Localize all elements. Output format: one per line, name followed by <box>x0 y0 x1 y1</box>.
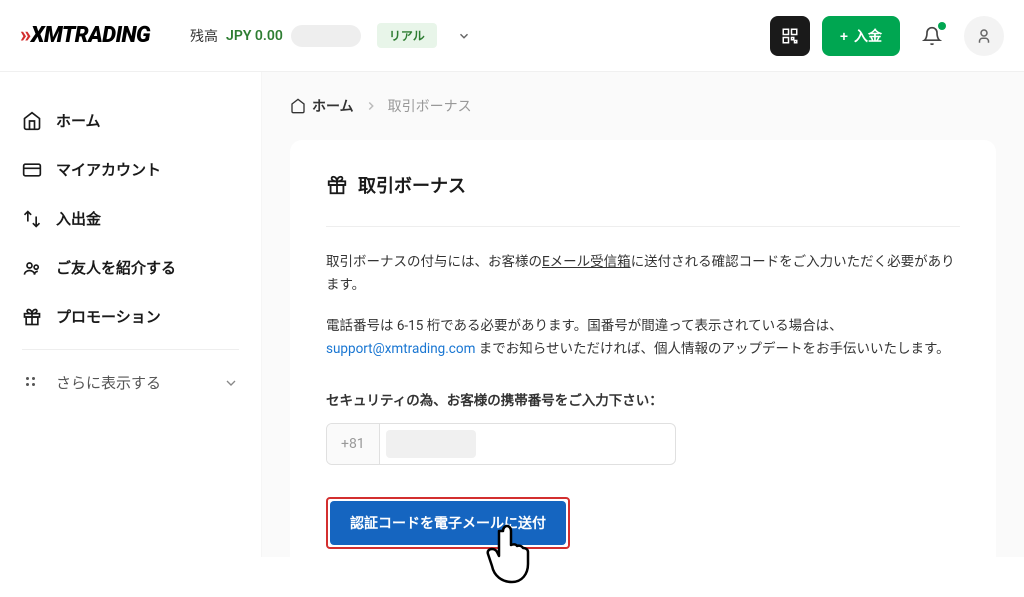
gift-icon <box>326 174 348 196</box>
balance-label: 残高 <box>190 26 218 46</box>
deposit-button[interactable]: + 入金 <box>822 16 900 56</box>
divider <box>326 226 960 227</box>
send-code-button[interactable]: 認証コードを電子メールに送付 <box>330 501 566 545</box>
sidebar-item-label: ホーム <box>56 110 101 131</box>
gift-icon <box>22 307 42 327</box>
balance-value: JPY 0.00 <box>226 28 283 44</box>
phone-prefix: +81 <box>327 424 380 464</box>
sidebar-item-refer[interactable]: ご友人を紹介する <box>12 243 249 292</box>
balance-masked <box>291 25 361 47</box>
card-icon <box>22 160 42 180</box>
sidebar-divider <box>22 349 239 350</box>
user-menu-button[interactable] <box>964 16 1004 56</box>
chevron-right-icon <box>364 99 378 113</box>
account-dropdown[interactable] <box>457 29 471 43</box>
deposit-label: 入金 <box>854 26 882 46</box>
account-type-badge: リアル <box>377 23 437 48</box>
logo: »XMTRADING <box>20 23 150 48</box>
qr-code-button[interactable] <box>770 16 810 56</box>
transfer-icon <box>22 209 42 229</box>
sidebar-item-label: マイアカウント <box>56 159 161 180</box>
page-title: 取引ボーナス <box>326 172 960 198</box>
home-icon <box>22 111 42 131</box>
sidebar-item-account[interactable]: マイアカウント <box>12 145 249 194</box>
info-text-2: 電話番号は 6-15 桁である必要があります。国番号が間違って表示されている場合… <box>326 315 960 361</box>
notifications-button[interactable] <box>912 16 952 56</box>
breadcrumb-home[interactable]: ホーム <box>290 96 354 116</box>
home-icon <box>290 98 306 114</box>
notification-dot-icon <box>938 22 946 30</box>
sidebar-item-label: さらに表示する <box>56 372 161 393</box>
chevron-down-icon <box>223 375 239 391</box>
sidebar-item-label: ご友人を紹介する <box>56 257 176 278</box>
people-icon <box>22 258 42 278</box>
phone-input[interactable]: +81 <box>326 423 676 465</box>
sidebar-item-home[interactable]: ホーム <box>12 96 249 145</box>
sidebar-item-more[interactable]: さらに表示する <box>12 358 249 407</box>
phone-number-masked <box>386 430 476 458</box>
info-text-1: 取引ボーナスの付与には、お客様のEメール受信箱に送付される確認コードをご入力いた… <box>326 251 960 297</box>
breadcrumb: ホーム 取引ボーナス <box>290 96 996 116</box>
support-email-link[interactable]: support@xmtrading.com <box>326 341 475 357</box>
phone-field-label: セキュリティの為、お客様の携帯番号をご入力下さい： <box>326 389 960 409</box>
plus-icon: + <box>840 28 848 44</box>
sidebar-item-label: プロモーション <box>56 306 161 327</box>
sidebar-item-label: 入出金 <box>56 208 101 229</box>
sidebar-item-funds[interactable]: 入出金 <box>12 194 249 243</box>
sidebar-item-promo[interactable]: プロモーション <box>12 292 249 341</box>
grid-icon <box>22 374 42 392</box>
breadcrumb-current: 取引ボーナス <box>388 96 472 116</box>
